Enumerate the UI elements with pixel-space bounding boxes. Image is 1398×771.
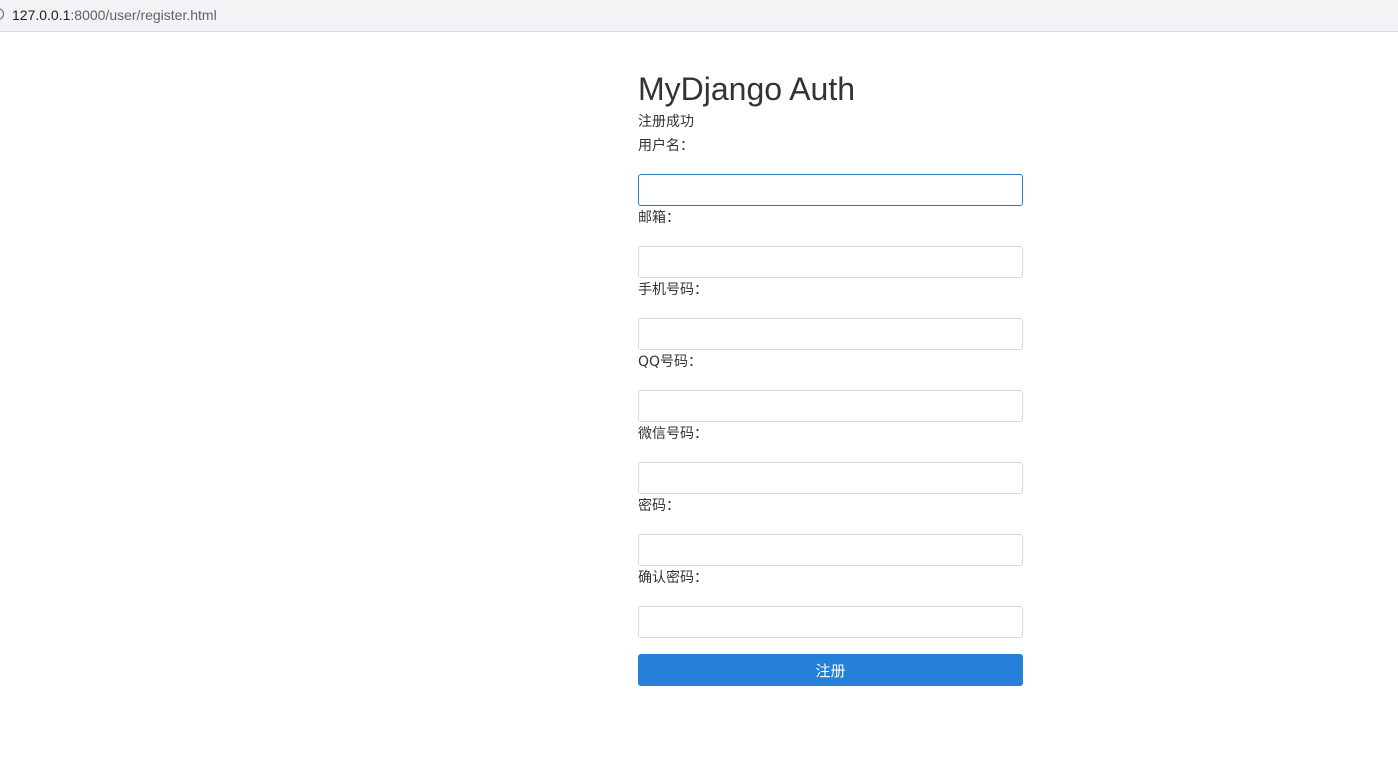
site-info-icon[interactable]	[0, 8, 4, 20]
email-input[interactable]	[638, 246, 1023, 278]
username-input[interactable]	[638, 174, 1023, 206]
url-path: :8000/user/register.html	[70, 7, 217, 23]
register-button[interactable]: 注册	[638, 654, 1023, 686]
mobile-label: 手机号码：	[638, 282, 708, 298]
wechat-input[interactable]	[638, 462, 1023, 494]
wechat-label: 微信号码：	[638, 426, 708, 442]
password-label: 密码：	[638, 498, 680, 514]
url-host: 127.0.0.1	[12, 7, 71, 23]
qq-label: QQ号码：	[638, 354, 703, 370]
browser-address-bar[interactable]: 127.0.0.1:8000/user/register.html	[0, 0, 1398, 32]
page-title: MyDjango Auth	[638, 71, 856, 107]
password-confirm-label: 确认密码：	[638, 570, 708, 586]
url-text[interactable]: 127.0.0.1:8000/user/register.html	[12, 6, 217, 24]
register-form: 用户名： 邮箱： 手机号码： QQ号码： 微信号码： 密码： 确认密码： 注册	[638, 134, 1023, 686]
email-label: 邮箱：	[638, 210, 680, 226]
password-input[interactable]	[638, 534, 1023, 566]
password-confirm-input[interactable]	[638, 606, 1023, 638]
qq-input[interactable]	[638, 390, 1023, 422]
username-label: 用户名：	[638, 138, 694, 154]
register-form-container: MyDjango Auth 注册成功 用户名： 邮箱： 手机号码： QQ号码： …	[638, 70, 1023, 686]
mobile-input[interactable]	[638, 318, 1023, 350]
status-message: 注册成功	[638, 114, 694, 130]
